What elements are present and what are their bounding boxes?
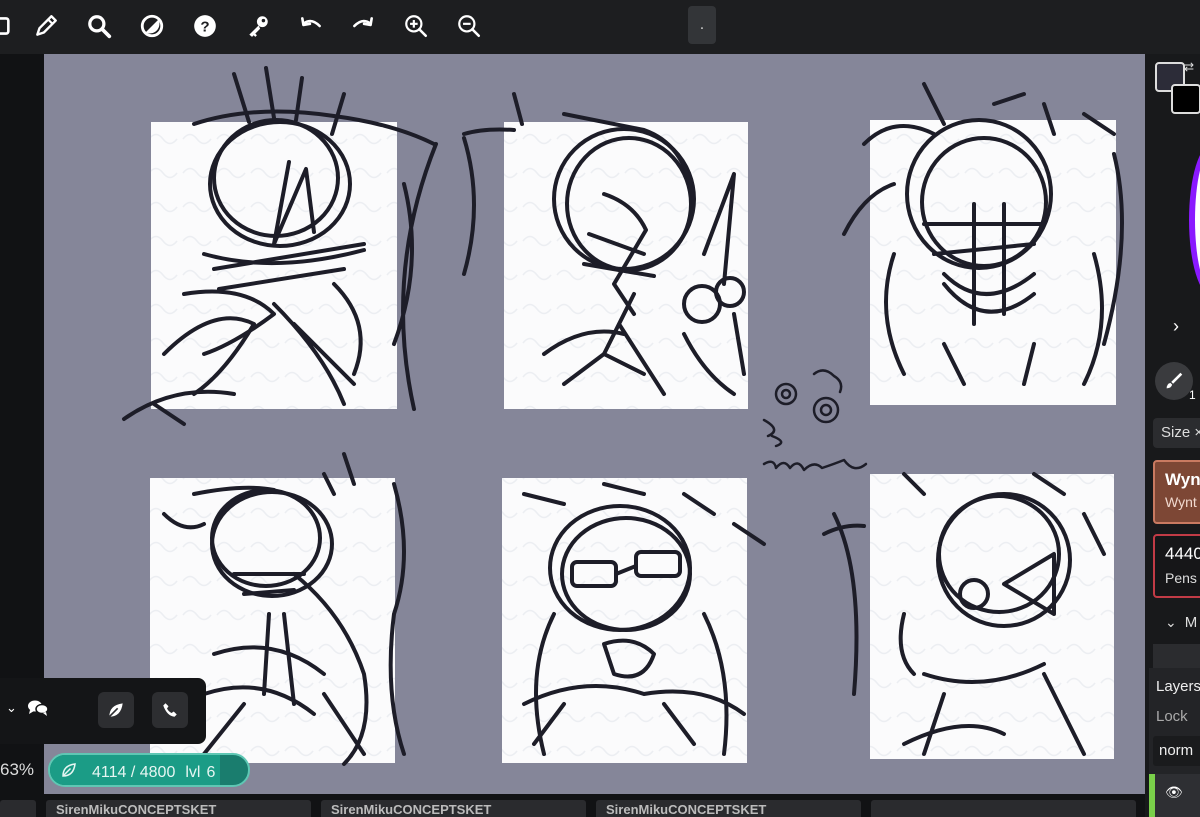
pencil-icon <box>36 15 57 36</box>
redo-icon <box>353 17 373 28</box>
file-tab[interactable]: SirenMikuCONCEPTSKET <box>46 800 311 817</box>
signature-scribble <box>762 369 868 472</box>
section-label: M <box>1184 614 1198 631</box>
zoom-in-button[interactable] <box>398 8 434 44</box>
call-button[interactable] <box>152 692 188 728</box>
right-panel: ⇄ › 1 Size × Wyn Wynt 4440 Pens ⌄ M Layer… <box>1145 54 1200 817</box>
leaf-icon <box>108 703 123 718</box>
stroke-counter-badge: 4114 / 4800 lvl 6 <box>48 753 250 787</box>
layer-row[interactable]: 👁 <box>1149 774 1200 817</box>
bottom-tab-bar: SirenMikuCONCEPTSKET SirenMikuCONCEPTSKE… <box>0 794 1145 817</box>
expand-chevron-icon[interactable]: › <box>1173 316 1179 337</box>
key-button[interactable] <box>240 8 276 44</box>
layers-panel: Layers Lock norm 👁 <box>1149 668 1200 817</box>
contrast-icon <box>140 14 164 38</box>
more-button[interactable]: . <box>688 6 716 44</box>
level-value: 6 <box>206 763 216 781</box>
brush-card-title: Wyn <box>1165 470 1200 489</box>
secondary-color-swatch[interactable] <box>1171 84 1200 114</box>
file-tab[interactable]: SirenMikuCONCEPTSKET <box>321 800 586 817</box>
help-button[interactable]: ? <box>187 8 223 44</box>
file-tab[interactable] <box>0 800 36 817</box>
top-toolbar: ? . <box>0 0 1200 54</box>
lock-label[interactable]: Lock <box>1156 708 1188 725</box>
blend-mode-select[interactable]: norm <box>1153 736 1200 766</box>
file-tab[interactable]: SirenMikuCONCEPTSKET <box>596 800 861 817</box>
brush-number: 1 <box>1189 388 1196 402</box>
undo-button[interactable] <box>293 8 329 44</box>
zoom-out-button[interactable] <box>451 8 487 44</box>
sketch-artwork <box>122 66 1124 766</box>
svg-text:?: ? <box>200 18 209 35</box>
chevron-down-icon[interactable]: ⌄ <box>6 700 17 716</box>
search-button[interactable] <box>81 8 117 44</box>
chat-panel: ⌄ <box>0 678 206 744</box>
drawing-canvas[interactable] <box>44 54 1145 794</box>
help-icon: ? <box>194 15 216 37</box>
key-icon <box>249 16 268 37</box>
redo-button[interactable] <box>345 8 381 44</box>
undo-icon <box>301 17 321 28</box>
swap-colors-icon[interactable]: ⇄ <box>1184 60 1198 74</box>
brush-card-subtitle: Pens <box>1165 570 1197 586</box>
brush-tool-button[interactable] <box>28 8 64 44</box>
section-toggle[interactable]: ⌄ M <box>1165 614 1197 631</box>
brush-card-selected[interactable]: Wyn Wynt <box>1153 460 1200 524</box>
leaf-icon <box>60 761 78 784</box>
sketch-panel-3 <box>870 120 1116 405</box>
brush-card-subtitle: Wynt <box>1165 494 1197 510</box>
zoom-level: 63% <box>0 760 35 779</box>
level-label: lvl <box>185 763 201 781</box>
contrast-button[interactable] <box>134 8 170 44</box>
color-wheel[interactable] <box>1189 144 1200 296</box>
chat-icon[interactable] <box>26 696 50 725</box>
zoom-out-icon <box>458 15 481 38</box>
brush-card[interactable]: 4440 Pens <box>1153 534 1200 598</box>
partial-tool-button[interactable] <box>0 8 22 44</box>
brush-preview <box>1153 644 1200 668</box>
search-icon <box>88 15 112 39</box>
brush-select-button[interactable] <box>1155 362 1193 400</box>
file-tab[interactable] <box>871 800 1136 817</box>
sketch-panel-1 <box>151 122 397 409</box>
brush-card-title: 4440 <box>1165 544 1200 563</box>
paintbrush-icon <box>1166 372 1183 389</box>
zoom-in-icon <box>405 15 428 38</box>
stroke-count: 4114 / 4800 <box>92 763 176 781</box>
size-label[interactable]: Size × <box>1153 418 1200 448</box>
chevron-down-icon: ⌄ <box>1165 614 1177 630</box>
phone-icon <box>163 703 177 717</box>
leaf-button[interactable] <box>98 692 134 728</box>
sketch-panel-6 <box>870 474 1114 759</box>
layers-label: Layers <box>1156 678 1200 695</box>
eye-icon[interactable]: 👁 <box>1165 784 1183 801</box>
